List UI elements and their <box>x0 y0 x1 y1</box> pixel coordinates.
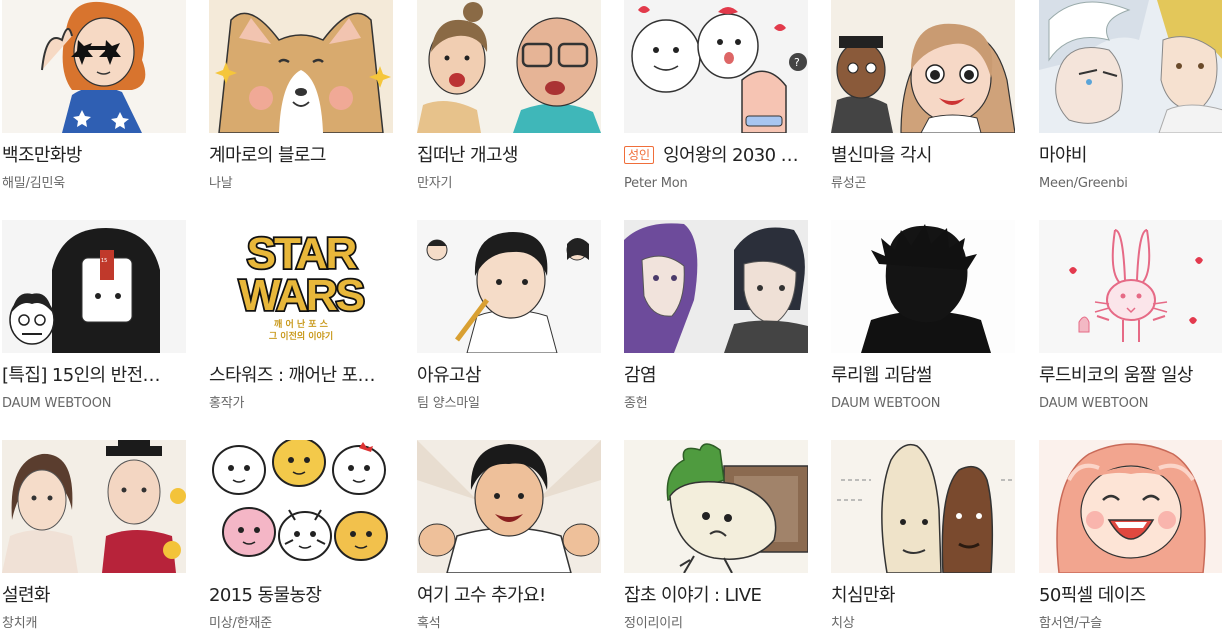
webtoon-title[interactable]: 여기 고수 추가요! <box>417 584 601 608</box>
webtoon-thumbnail[interactable] <box>1039 0 1222 133</box>
webtoon-thumbnail[interactable] <box>831 440 1015 573</box>
doodle-blobs-artwork: ? <box>624 0 808 133</box>
shouting-boy-artwork <box>417 440 601 573</box>
webtoon-author: 나날 <box>209 176 233 191</box>
webtoon-title-text: 스타워즈 : 깨어난 포… <box>209 365 376 386</box>
webtoon-author: 홍작가 <box>209 396 245 411</box>
webtoon-title[interactable]: 치심만화 <box>831 584 1015 608</box>
webtoon-thumbnail[interactable] <box>417 0 601 133</box>
webtoon-author: 류성곤 <box>831 176 867 191</box>
webtoon-grid: 백조만화방 해밀/김민욱 계마로의 블로그 나날 집떠난 개고생 만자기 ? 성… <box>0 0 1222 632</box>
webtoon-title-text: 아유고삼 <box>417 365 481 386</box>
webtoon-title-text: 잡초 이야기 : LIVE <box>624 585 762 606</box>
svg-text:WARS: WARS <box>239 271 364 320</box>
webtoon-author: 혹석 <box>417 616 441 631</box>
star-glasses-girl-artwork <box>2 0 186 133</box>
webtoon-title-text: 잉어왕의 2030 … <box>663 145 799 166</box>
webtoon-author: Meen/Greenbi <box>1039 176 1128 191</box>
webtoon-author: 치상 <box>831 616 855 631</box>
shadow-silhouette-artwork <box>831 220 1015 353</box>
webtoon-author: 팀 양스마일 <box>417 396 480 411</box>
webtoon-title[interactable]: 성인 잉어왕의 2030 … <box>624 144 808 168</box>
webtoon-author: 정이리이리 <box>624 616 683 631</box>
laughing-girl-artwork <box>1039 440 1222 573</box>
webtoon-author: 해밀/김민욱 <box>2 176 65 191</box>
webtoon-author: DAUM WEBTOON <box>2 396 112 411</box>
svg-text:깨 어 난 포 스: 깨 어 난 포 스 <box>274 318 329 330</box>
svg-text:?: ? <box>794 56 800 69</box>
radish-creature-artwork <box>624 440 808 573</box>
corgi-artwork <box>209 0 393 133</box>
webtoon-thumbnail[interactable] <box>1039 220 1222 353</box>
hooded-figure-artwork: 15 <box>2 220 186 353</box>
webtoon-title[interactable]: [특집] 15인의 반전… <box>2 364 186 388</box>
webtoon-title-text: 루드비코의 움짤 일상 <box>1039 365 1193 386</box>
webtoon-title[interactable]: 집떠난 개고생 <box>417 144 601 168</box>
webtoon-author: 만자기 <box>417 176 453 191</box>
webtoon-title[interactable]: 잡초 이야기 : LIVE <box>624 584 808 608</box>
webtoon-thumbnail[interactable] <box>831 220 1015 353</box>
webtoon-title-text: 백조만화방 <box>2 145 82 166</box>
webtoon-title-text: 집떠난 개고생 <box>417 145 518 166</box>
webtoon-title[interactable]: 별신마을 각시 <box>831 144 1015 168</box>
webtoon-title-text: 치심만화 <box>831 585 895 606</box>
student-pencil-artwork <box>417 220 601 353</box>
webtoon-title-text: 설련화 <box>2 585 50 606</box>
webtoon-thumbnail[interactable] <box>209 0 393 133</box>
webtoon-author: 창치캐 <box>2 616 38 631</box>
webtoon-author: 미상/한재준 <box>209 616 272 631</box>
webtoon-thumbnail[interactable] <box>624 220 808 353</box>
svg-text:그 이전의 이야기: 그 이전의 이야기 <box>269 330 333 342</box>
webtoon-title-text: [특집] 15인의 반전… <box>2 365 161 386</box>
webtoon-thumbnail[interactable] <box>1039 440 1222 573</box>
webtoon-thumbnail[interactable] <box>417 220 601 353</box>
webtoon-thumbnail[interactable] <box>624 440 808 573</box>
animal-crowd-artwork <box>209 440 393 573</box>
webtoon-title[interactable]: 2015 동물농장 <box>209 584 393 608</box>
webtoon-thumbnail[interactable]: 15 <box>2 220 186 353</box>
webtoon-title[interactable]: 마야비 <box>1039 144 1222 168</box>
webtoon-title[interactable]: 루드비코의 움짤 일상 <box>1039 364 1222 388</box>
webtoon-title-text: 별신마을 각시 <box>831 145 932 166</box>
webtoon-author: DAUM WEBTOON <box>831 396 941 411</box>
webtoon-thumbnail[interactable] <box>831 0 1015 133</box>
webtoon-thumbnail[interactable]: STAR WARS 깨 어 난 포 스 그 이전의 이야기 <box>209 220 393 353</box>
webtoon-thumbnail[interactable] <box>209 440 393 573</box>
webtoon-title-text: 50픽셀 데이즈 <box>1039 585 1146 606</box>
webtoon-author: DAUM WEBTOON <box>1039 396 1149 411</box>
webtoon-title[interactable]: 설련화 <box>2 584 186 608</box>
webtoon-title[interactable]: 스타워즈 : 깨어난 포… <box>209 364 393 388</box>
svg-text:15: 15 <box>101 258 107 264</box>
webtoon-title-text: 루리웹 괴담썰 <box>831 365 932 386</box>
purple-hair-duo-artwork <box>624 220 808 353</box>
webtoon-title-text: 계마로의 블로그 <box>209 145 326 166</box>
webtoon-title-text: 마야비 <box>1039 145 1087 166</box>
pink-rabbit-artwork <box>1039 220 1222 353</box>
webtoon-author: Peter Mon <box>624 176 688 191</box>
star-wars-logo-artwork: STAR WARS 깨 어 난 포 스 그 이전의 이야기 <box>209 220 393 353</box>
webtoon-author: 함서연/구슬 <box>1039 616 1102 631</box>
adult-badge: 성인 <box>624 146 655 164</box>
webtoon-title[interactable]: 계마로의 블로그 <box>209 144 393 168</box>
webtoon-thumbnail[interactable]: ? <box>624 0 808 133</box>
webtoon-title[interactable]: 백조만화방 <box>2 144 186 168</box>
webtoon-title[interactable]: 아유고삼 <box>417 364 601 388</box>
webtoon-thumbnail[interactable] <box>2 0 186 133</box>
webtoon-thumbnail[interactable] <box>417 440 601 573</box>
hanbok-couple-artwork <box>2 440 186 573</box>
village-bride-artwork <box>831 0 1015 133</box>
webtoon-title[interactable]: 50픽셀 데이즈 <box>1039 584 1222 608</box>
webtoon-title-text: 2015 동물농장 <box>209 585 322 606</box>
white-hair-boys-artwork <box>1039 0 1222 133</box>
webtoon-thumbnail[interactable] <box>2 440 186 573</box>
webtoon-title[interactable]: 루리웹 괴담썰 <box>831 364 1015 388</box>
webtoon-title-text: 감염 <box>624 365 657 386</box>
webtoon-title-text: 여기 고수 추가요! <box>417 585 546 606</box>
tall-heads-artwork <box>831 440 1015 573</box>
elderly-couple-artwork <box>417 0 601 133</box>
webtoon-author: 종헌 <box>624 396 648 411</box>
webtoon-title[interactable]: 감염 <box>624 364 808 388</box>
